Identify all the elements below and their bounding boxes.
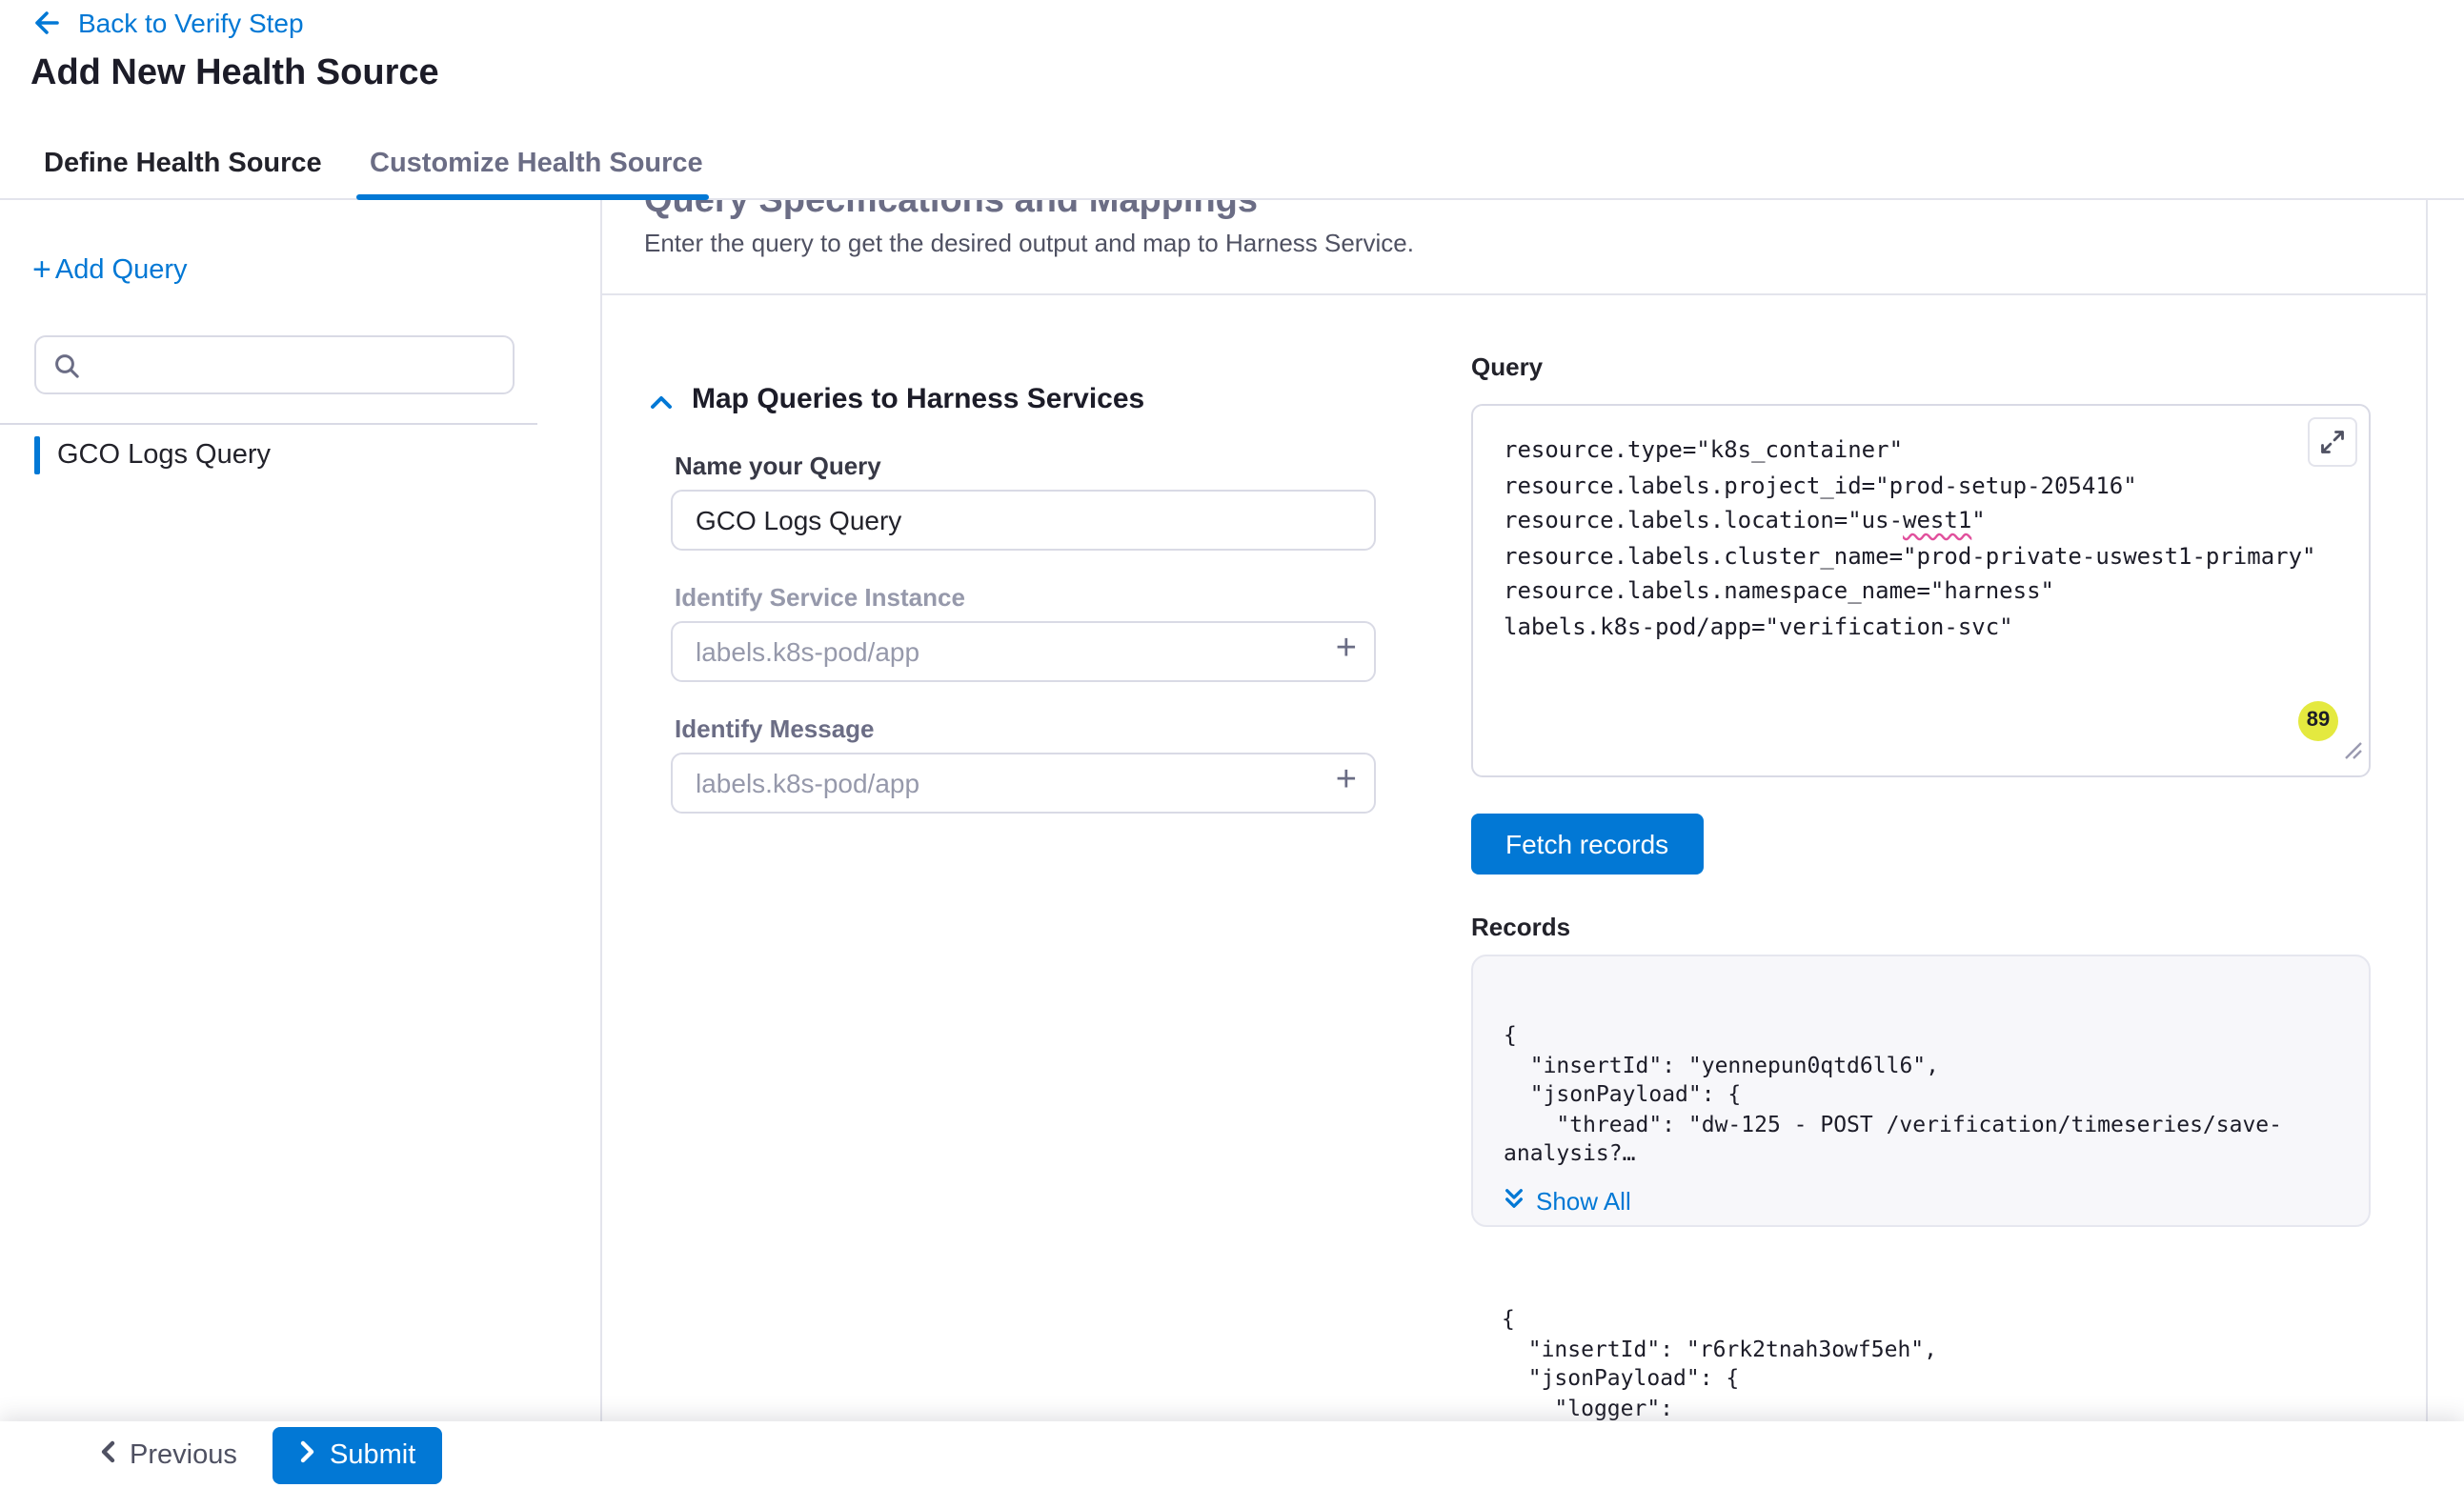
double-chevron-down-icon	[1504, 1186, 1525, 1215]
back-to-verify-step-link[interactable]: Back to Verify Step	[30, 8, 304, 38]
name-query-input[interactable]	[671, 490, 1376, 551]
service-instance-input[interactable]	[671, 621, 1376, 682]
query-search-box	[34, 335, 515, 394]
query-label: Query	[1471, 352, 1543, 381]
plus-icon[interactable]: +	[1336, 631, 1357, 669]
tab-bar: Define Health Source Customize Health So…	[0, 133, 2464, 200]
expand-icon[interactable]	[2308, 417, 2357, 467]
page-title: Add New Health Source	[30, 53, 439, 95]
active-item-bar	[34, 435, 40, 473]
identify-message-field-wrap: +	[671, 753, 1376, 814]
chevron-left-icon	[99, 1440, 116, 1471]
footer-bar: Previous Submit	[0, 1421, 2464, 1488]
record-json: { "insertId": "r6rk2tnah3owf5eh", "jsonP…	[1502, 1305, 2340, 1421]
fetch-records-button[interactable]: Fetch records	[1471, 814, 1703, 875]
add-query-label: Add Query	[55, 255, 188, 286]
query-mapping-panel: Query Specifications and Mappings Enter …	[600, 200, 2428, 1421]
service-instance-label: Identify Service Instance	[675, 583, 965, 612]
chevron-up-icon[interactable]	[648, 391, 675, 425]
query-line: resource.labels.location="us-west1"	[1504, 503, 2338, 538]
section-divider	[602, 293, 2426, 295]
query-line: resource.type="k8s_container"	[1504, 432, 2338, 468]
name-query-label: Name your Query	[675, 452, 881, 480]
records-label: Records	[1471, 913, 1570, 941]
add-query-button[interactable]: + Add Query	[32, 255, 188, 286]
tab-customize-health-source[interactable]: Customize Health Source	[370, 133, 703, 200]
identify-message-input[interactable]	[671, 753, 1376, 814]
query-line: resource.labels.cluster_name="prod-priva…	[1504, 538, 2338, 573]
record-json: { "insertId": "yennepun0qtd6ll6", "jsonP…	[1504, 1021, 2338, 1169]
spellcheck-word: west1	[1903, 507, 1971, 533]
record-card: { "insertId": "yennepun0qtd6ll6", "jsonP…	[1471, 955, 2371, 1227]
query-item-label: GCO Logs Query	[57, 439, 271, 470]
show-all-label: Show All	[1536, 1186, 1631, 1215]
show-all-link[interactable]: Show All	[1504, 1186, 2338, 1215]
arrow-left-icon	[30, 8, 61, 38]
identify-message-label: Identify Message	[675, 714, 875, 743]
query-editor[interactable]: resource.type="k8s_container" resource.l…	[1471, 404, 2371, 777]
search-input[interactable]	[36, 337, 513, 392]
char-count-badge: 89	[2298, 701, 2338, 741]
plus-icon: +	[32, 255, 51, 286]
resize-handle-icon[interactable]	[2344, 734, 2363, 770]
section-title: Query Specifications and Mappings	[644, 200, 1258, 223]
record-card: { "insertId": "r6rk2tnah3owf5eh", "jsonP…	[1471, 1305, 2371, 1421]
name-query-field-wrap	[671, 490, 1376, 551]
sidebar-divider	[0, 423, 537, 425]
previous-label: Previous	[130, 1440, 237, 1471]
add-health-source-page: Back to Verify Step Add New Health Sourc…	[0, 0, 2464, 1488]
submit-label: Submit	[330, 1440, 415, 1471]
sidebar-item-gco-logs-query[interactable]: GCO Logs Query	[34, 432, 271, 476]
service-instance-field-wrap: +	[671, 621, 1376, 682]
previous-button[interactable]: Previous	[88, 1429, 249, 1482]
plus-icon[interactable]: +	[1336, 762, 1357, 800]
query-line: resource.labels.namespace_name="harness"	[1504, 573, 2338, 609]
query-line: resource.labels.project_id="prod-setup-2…	[1504, 468, 2338, 503]
active-tab-underline	[356, 194, 709, 200]
submit-button[interactable]: Submit	[273, 1427, 442, 1484]
chevron-right-icon	[299, 1440, 316, 1471]
section-subtitle: Enter the query to get the desired outpu…	[644, 229, 1414, 257]
back-link-label: Back to Verify Step	[78, 8, 304, 38]
tab-define-health-source[interactable]: Define Health Source	[44, 133, 322, 200]
query-line: labels.k8s-pod/app="verification-svc"	[1504, 609, 2338, 644]
map-queries-heading: Map Queries to Harness Services	[692, 383, 1144, 415]
